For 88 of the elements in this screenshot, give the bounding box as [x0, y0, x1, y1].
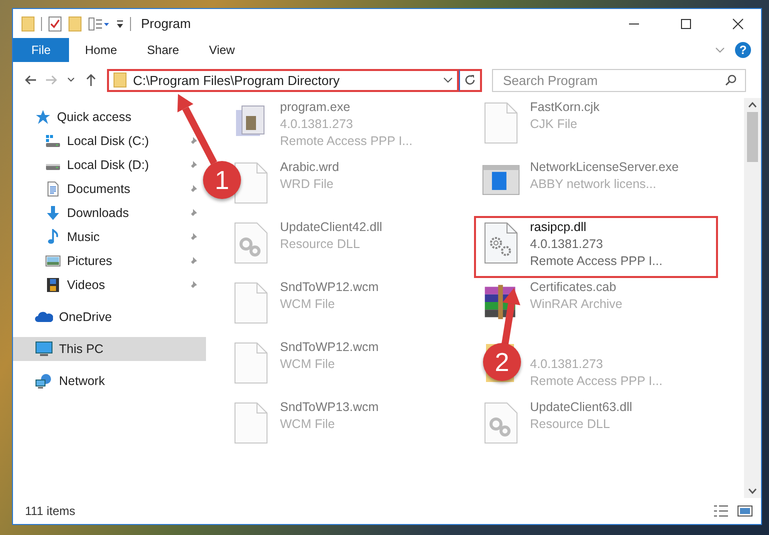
- annotation-arrow: [177, 94, 218, 165]
- sidebar-item[interactable]: Videos: [13, 273, 206, 297]
- gear-file-icon: [484, 222, 518, 264]
- window-title: Program: [141, 16, 192, 31]
- search-field[interactable]: Search Program: [492, 68, 746, 92]
- search-icon: [725, 74, 737, 86]
- item-count: 111 items: [25, 504, 76, 518]
- file-name: SndToWP13.wcm: [280, 399, 379, 416]
- ribbon-tab[interactable]: Home: [69, 38, 132, 62]
- file-name: Arabic.wrd: [280, 159, 340, 176]
- file-name: program.exe: [280, 99, 352, 116]
- scrollbar-thumb[interactable]: [747, 112, 758, 162]
- file-detail: WCM File: [280, 356, 336, 373]
- file-icon: [484, 102, 518, 144]
- file-detail: CJK File: [530, 116, 578, 133]
- ribbon-tab[interactable]: Share: [131, 38, 194, 62]
- file-detail: WinRAR Archive: [530, 296, 622, 313]
- file-name: rasipcp.dll: [530, 219, 588, 236]
- chevron-down-icon[interactable]: [748, 488, 757, 494]
- file-name: SndToWP12.wcm: [280, 279, 379, 296]
- address-bar[interactable]: C:\Program Files\Program Directory: [107, 68, 459, 92]
- file-name: Certificates.cab: [530, 279, 618, 296]
- file-name: UpdateClient63.dll: [530, 399, 632, 416]
- document-icon: [45, 181, 61, 197]
- annotation-arrow: [502, 288, 520, 345]
- details-view-icon[interactable]: [713, 504, 729, 518]
- file-detail: ABBY network licens...: [530, 176, 658, 193]
- file-detail: 4.0.1381.273: [280, 116, 354, 133]
- sidebar-item[interactable]: OneDrive: [13, 305, 206, 329]
- chevron-up-icon[interactable]: [748, 102, 757, 108]
- properties-icon[interactable]: [88, 16, 110, 32]
- file-name: SndToWP12.wcm: [280, 339, 379, 356]
- file-detail: Remote Access PPP I...: [530, 373, 662, 390]
- star-icon: [35, 109, 51, 125]
- file-name: NetworkLicenseServer.exe: [530, 159, 679, 176]
- sidebar-item[interactable]: Local Disk (D:): [13, 153, 206, 177]
- chevron-down-icon[interactable]: [443, 77, 453, 83]
- file-detail: Remote Access PPP I...: [530, 253, 662, 270]
- file-icon: [234, 162, 268, 204]
- gear-file-icon: [234, 222, 268, 264]
- file-detail: WCM File: [280, 416, 336, 433]
- sidebar-item[interactable]: Music: [13, 225, 206, 249]
- highlighted-file-tile[interactable]: rasipcp.dll 4.0.1381.273 Remote Access PPP I...: [476, 218, 716, 276]
- sidebar-item[interactable]: Downloads: [13, 201, 206, 225]
- gear-file-icon: [484, 402, 518, 444]
- ribbon-tab[interactable]: View: [193, 38, 249, 62]
- cloud-icon: [35, 309, 53, 325]
- sidebar-item[interactable]: Documents: [13, 177, 206, 201]
- file-name: UpdateClient42.dll: [280, 219, 382, 236]
- sidebar-item[interactable]: Quick access: [13, 105, 206, 129]
- file-detail: Remote Access PPP I...: [280, 133, 412, 150]
- drive-icon: [45, 133, 61, 149]
- file-detail: 4.0.1381.273: [530, 236, 604, 253]
- help-button[interactable]: ?: [735, 42, 751, 58]
- network-icon: [35, 373, 53, 389]
- file-detail: WRD File: [280, 176, 334, 193]
- sidebar-item[interactable]: Network: [13, 369, 206, 393]
- file-icon: [234, 342, 268, 384]
- up-arrow-icon[interactable]: [84, 73, 98, 87]
- window-icon: [482, 162, 520, 198]
- sidebar-item[interactable]: This PC: [13, 337, 206, 361]
- file-detail: WCM File: [280, 296, 336, 313]
- dropdown-arrow-icon[interactable]: [116, 18, 124, 28]
- search-input[interactable]: Search Program: [501, 72, 725, 88]
- sidebar-item[interactable]: Local Disk (C:): [13, 129, 206, 153]
- file-name: FastKorn.cjk: [530, 99, 600, 116]
- refresh-icon[interactable]: [464, 74, 476, 86]
- file-menu-button[interactable]: File: [13, 38, 69, 62]
- file-detail: Resource DLL: [280, 236, 361, 253]
- folder-icon: [113, 72, 127, 88]
- drive-icon: [45, 164, 61, 170]
- tiles-view-icon[interactable]: [737, 504, 753, 518]
- download-icon: [45, 205, 61, 221]
- picture-icon: [45, 253, 61, 269]
- music-note-icon: [45, 229, 61, 245]
- file-detail: 4.0.1381.273: [530, 356, 604, 373]
- maximize-icon[interactable]: [680, 18, 692, 30]
- sidebar-item[interactable]: Pictures: [13, 249, 206, 273]
- film-icon: [45, 277, 61, 293]
- close-icon[interactable]: [732, 18, 744, 30]
- file-detail: Resource DLL: [530, 416, 611, 433]
- back-arrow-icon[interactable]: [24, 73, 38, 87]
- monitor-icon: [35, 341, 53, 357]
- file-icon: [234, 282, 268, 324]
- scrollbar[interactable]: [744, 98, 761, 498]
- checklist-icon[interactable]: [48, 16, 62, 32]
- address-path: C:\Program Files\Program Directory: [133, 72, 341, 88]
- file-icon: [234, 402, 268, 444]
